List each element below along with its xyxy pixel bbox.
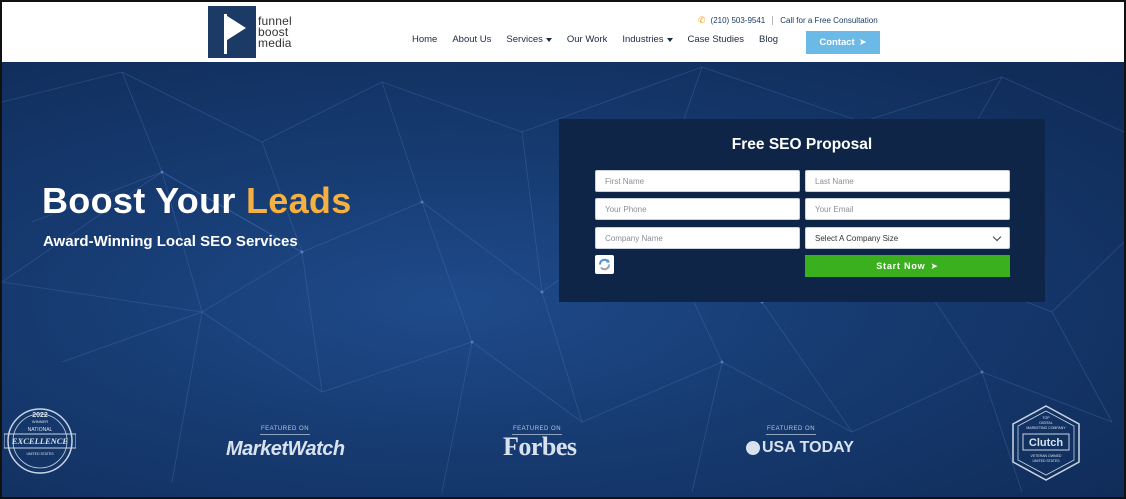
nav-item-home[interactable]: Home [412, 34, 437, 45]
main-nav: Home About Us Services Our Work Industri… [412, 34, 778, 45]
last-name-field[interactable] [805, 170, 1010, 192]
header-topbar: ✆ (210) 503-9541 Call for a Free Consult… [698, 15, 878, 26]
caret-down-icon [545, 37, 552, 42]
seo-proposal-form: Free SEO Proposal Select A Company Size … [559, 119, 1045, 302]
clutch-top2: DIGITAL [1039, 421, 1052, 425]
site-logo[interactable]: funnel boost media [208, 6, 300, 58]
national-excellence-badge-icon: 2022 WINNER NATIONAL EXCELLENCE UNITED S… [4, 408, 76, 474]
email-field[interactable] [805, 198, 1010, 220]
featured-label-marketwatch: FEATURED ON [260, 426, 310, 435]
contact-button[interactable]: Contact ➤ [806, 31, 880, 54]
nav-item-industries[interactable]: Industries [622, 34, 673, 45]
clutch-top3: MARKETING COMPANY [1026, 426, 1066, 430]
clutch-bottom1: VETERAN OWNED [1031, 454, 1062, 458]
company-size-select[interactable]: Select A Company Size [805, 227, 1010, 249]
forbes-logo: Forbes [503, 432, 577, 461]
clutch-badge-icon: TOP DIGITAL MARKETING COMPANY Clutch VET… [1012, 405, 1080, 481]
caret-down-icon [666, 37, 673, 42]
phone-field[interactable] [595, 198, 800, 220]
arrow-right-icon: ➤ [858, 37, 867, 48]
clutch-top1: TOP [1042, 416, 1050, 420]
hero-headline: Boost Your Leads [42, 180, 352, 221]
hero-section: Boost Your Leads Award-Winning Local SEO… [2, 62, 1124, 497]
first-name-field[interactable] [595, 170, 800, 192]
site-header: funnel boost media ✆ (210) 503-9541 Call… [2, 2, 1124, 62]
logo-wordmark: funnel boost media [258, 13, 292, 50]
nav-item-about-us[interactable]: About Us [452, 34, 491, 45]
nav-item-case-studies[interactable]: Case Studies [688, 34, 745, 45]
phone-link[interactable]: (210) 503-9541 [711, 16, 766, 25]
company-name-field[interactable] [595, 227, 800, 249]
nav-item-our-work[interactable]: Our Work [567, 34, 607, 45]
logo-play-icon [208, 6, 256, 58]
phone-icon: ✆ [698, 15, 706, 25]
marketwatch-logo: MarketWatch [226, 438, 345, 460]
badge-year: 2022 [32, 412, 48, 419]
hero-subhead: Award-Winning Local SEO Services [43, 233, 298, 250]
recaptcha-icon[interactable] [595, 255, 614, 274]
nav-item-blog[interactable]: Blog [759, 34, 778, 45]
paper-plane-icon: ➤ [930, 260, 939, 271]
topbar-divider [772, 16, 774, 25]
nav-item-services[interactable]: Services [506, 34, 552, 45]
form-title: Free SEO Proposal [731, 136, 873, 153]
badge-line2: EXCELLENCE [11, 436, 69, 446]
headline-accent: Leads [245, 180, 352, 221]
usatoday-dot-icon [746, 441, 760, 455]
featured-label-usatoday: FEATURED ON [766, 426, 816, 435]
page-frame: funnel boost media ✆ (210) 503-9541 Call… [0, 0, 1126, 499]
start-now-button[interactable]: Start Now ➤ [805, 255, 1010, 277]
chevron-down-icon [992, 232, 1002, 241]
badge-line3: UNITED STATES [26, 452, 54, 456]
badge-line1: NATIONAL [28, 427, 53, 433]
usatoday-logo: USA TODAY [746, 439, 854, 457]
consult-link[interactable]: Call for a Free Consultation [780, 16, 877, 25]
clutch-bottom2: UNITED STATES [1032, 459, 1060, 463]
clutch-brand: Clutch [1029, 437, 1064, 449]
badge-word: WINNER [32, 419, 48, 424]
